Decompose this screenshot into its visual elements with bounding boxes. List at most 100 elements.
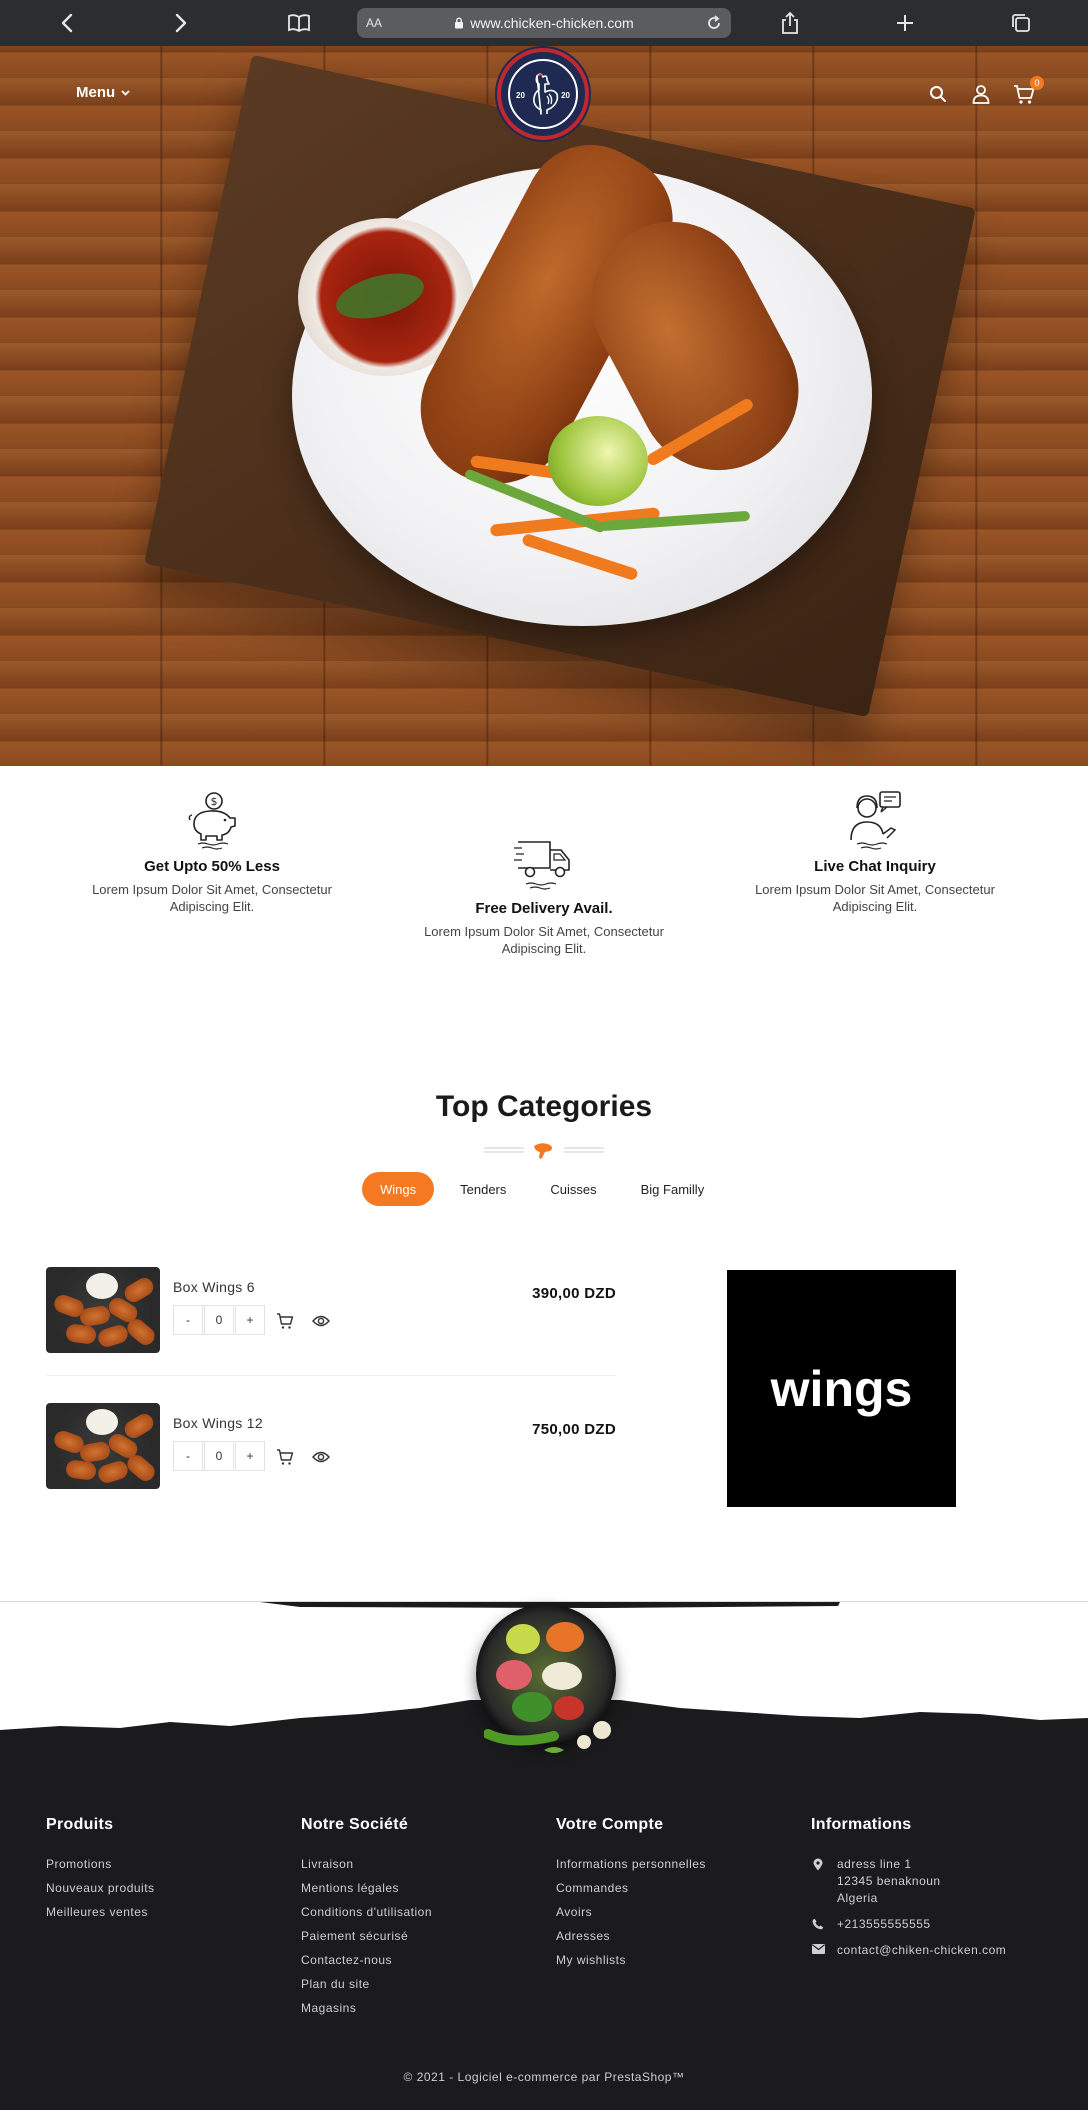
footer-link-contact[interactable]: Contactez-nous [301,1952,432,1968]
store-phone: +213555555555 [811,1916,1051,1933]
address-line: 12345 benaknoun [837,1874,941,1888]
user-account-icon[interactable] [969,82,993,106]
footer-column-title: Informations [811,1816,912,1833]
footer-products-column: Produits Promotions Nouveaux produits Me… [46,1816,155,1928]
quantity-decrease-button[interactable]: - [173,1305,203,1335]
quantity-increase-button[interactable]: + [235,1305,265,1335]
chevron-down-icon [121,89,130,96]
footer-link-personal-info[interactable]: Informations personnelles [556,1856,706,1872]
footer-link-new-products[interactable]: Nouveaux produits [46,1880,155,1896]
page: AA www.chicken-chicken.com Menu 20 20 0 … [0,0,1088,2110]
quick-view-icon[interactable] [310,1447,332,1467]
rooster-icon [533,73,559,115]
product-image[interactable] [46,1403,160,1489]
footer-link-sitemap[interactable]: Plan du site [301,1976,432,1992]
feature-title: Live Chat Inquiry [814,858,936,875]
footer-link-delivery[interactable]: Livraison [301,1856,432,1872]
store-address: adress line 1 12345 benaknoun Algeria [811,1856,1051,1907]
mail-icon [811,1944,825,1954]
product-price: 750,00 DZD [532,1421,616,1438]
cart-icon[interactable]: 0 [1012,76,1044,106]
svg-text:$: $ [211,795,218,808]
phone-icon [812,1918,824,1930]
feature-title: Free Delivery Avail. [475,900,613,917]
cart-count-badge: 0 [1030,76,1044,90]
footer-company-column: Notre Société Livraison Mentions légales… [301,1816,432,2024]
footer-column-title: Produits [46,1816,114,1833]
map-pin-icon [813,1858,823,1871]
menu-button[interactable]: Menu [76,84,130,101]
tab-wings[interactable]: Wings [362,1172,435,1206]
footer-column-title: Notre Société [301,1816,409,1833]
category-banner[interactable]: wings [727,1270,956,1507]
footer-link-stores[interactable]: Magasins [301,2000,432,2016]
footer-link-orders[interactable]: Commandes [556,1880,706,1896]
category-tabs: Wings Tenders Cuisses Big Familly [362,1172,722,1206]
product-name[interactable]: Box Wings 12 [173,1415,263,1431]
footer-link-addresses[interactable]: Adresses [556,1928,706,1944]
section-title: Top Categories [435,1090,653,1123]
tabs-overview-icon[interactable] [1006,8,1036,38]
site-logo[interactable]: 20 20 [497,48,589,140]
logo-year-left: 20 [516,91,525,100]
feature-description: Lorem Ipsum Dolor Sit Amet, Consectetur … [92,882,332,914]
quantity-input[interactable]: 0 [204,1441,234,1471]
quantity-stepper: - 0 + [173,1305,265,1335]
add-to-cart-icon[interactable] [274,1311,296,1331]
feature-description: Lorem Ipsum Dolor Sit Amet, Consectetur … [755,882,995,914]
browser-toolbar: AA www.chicken-chicken.com [0,0,1088,46]
product-item: Box Wings 6 390,00 DZD - 0 + [46,1267,616,1357]
copyright-text[interactable]: © 2021 - Logiciel e-commerce par PrestaS… [0,2070,1088,2084]
email-address[interactable]: contact@chiken-chicken.com [837,1942,1006,1959]
footer-vegetables [484,1721,611,1753]
quantity-decrease-button[interactable]: - [173,1441,203,1471]
quick-view-icon[interactable] [310,1311,332,1331]
tab-big-familly[interactable]: Big Familly [623,1172,723,1206]
footer-link-legal-notice[interactable]: Mentions légales [301,1880,432,1896]
logo-year-right: 20 [561,91,570,100]
delivery-truck-icon [514,841,570,890]
forward-icon[interactable] [166,8,196,38]
footer-link-wishlists[interactable]: My wishlists [556,1952,706,1968]
product-name[interactable]: Box Wings 6 [173,1279,255,1295]
footer-link-best-sellers[interactable]: Meilleures ventes [46,1904,155,1920]
quantity-increase-button[interactable]: + [235,1441,265,1471]
footer-link-terms[interactable]: Conditions d'utilisation [301,1904,432,1920]
footer-link-credit-slips[interactable]: Avoirs [556,1904,706,1920]
feature-live-chat: Live Chat Inquiry Lorem Ipsum Dolor Sit … [730,790,1020,915]
feature-discount: $ Get Upto 50% Less Lorem Ipsum Dolor Si… [67,790,357,915]
share-icon[interactable] [775,8,805,38]
tab-tenders[interactable]: Tenders [442,1172,524,1206]
reload-icon[interactable] [705,14,723,32]
bookmarks-icon[interactable] [284,8,314,38]
support-agent-icon [850,791,901,850]
menu-label: Menu [76,84,116,101]
address-bar[interactable]: AA www.chicken-chicken.com [357,8,731,38]
address-line: Algeria [837,1891,878,1905]
footer-account-column: Votre Compte Informations personnelles C… [556,1816,706,1976]
quantity-input[interactable]: 0 [204,1305,234,1335]
drumstick-icon [534,1143,552,1159]
tab-cuisses[interactable]: Cuisses [532,1172,614,1206]
back-icon[interactable] [52,8,82,38]
product-image[interactable] [46,1267,160,1353]
footer-link-secure-payment[interactable]: Paiement sécurisé [301,1928,432,1944]
store-email: contact@chiken-chicken.com [811,1942,1051,1959]
quantity-stepper: - 0 + [173,1441,265,1471]
feature-delivery: Free Delivery Avail. Lorem Ipsum Dolor S… [399,832,689,957]
hero-lime [548,416,648,506]
product-item: Box Wings 12 750,00 DZD - 0 + [46,1403,616,1493]
lock-icon [455,17,464,29]
footer-link-promotions[interactable]: Promotions [46,1856,155,1872]
search-icon[interactable] [926,82,950,106]
feature-description: Lorem Ipsum Dolor Sit Amet, Consectetur … [424,924,664,956]
hero-banner [0,46,1088,766]
footer-info-column: Informations adress line 1 12345 benakno… [811,1816,1051,1968]
footer-column-title: Votre Compte [556,1816,664,1833]
piggy-bank-icon: $ [188,792,236,850]
add-to-cart-icon[interactable] [274,1447,296,1467]
url-text: www.chicken-chicken.com [470,15,634,31]
new-tab-icon[interactable] [890,8,920,38]
phone-number[interactable]: +213555555555 [837,1916,931,1933]
feature-title: Get Upto 50% Less [144,858,280,875]
